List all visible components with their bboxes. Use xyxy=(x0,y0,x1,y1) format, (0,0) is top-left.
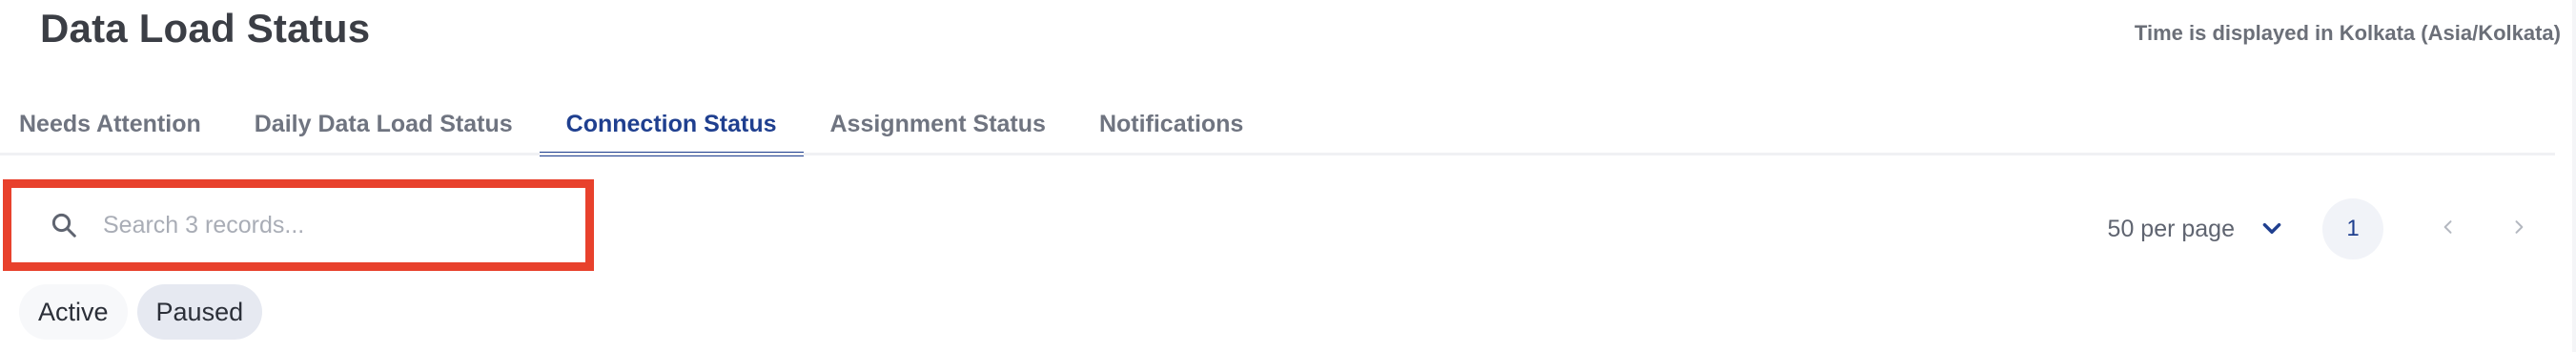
right-edge-divider xyxy=(2572,0,2576,352)
per-page-label: 50 per page xyxy=(2107,215,2235,242)
next-page-button[interactable] xyxy=(2492,202,2545,256)
chevron-right-icon xyxy=(2509,217,2528,241)
page-title: Data Load Status xyxy=(40,6,371,51)
search-highlight-box xyxy=(3,179,594,271)
tab-daily-data-load-status[interactable]: Daily Data Load Status xyxy=(228,92,540,156)
tabs-divider xyxy=(0,153,2555,155)
prev-page-button[interactable] xyxy=(2422,202,2475,256)
chevron-left-icon xyxy=(2439,217,2458,241)
chevron-down-icon xyxy=(2259,217,2284,241)
tab-assignment-status[interactable]: Assignment Status xyxy=(804,92,1073,156)
filter-chip-paused[interactable]: Paused xyxy=(136,284,263,340)
tab-bar: Needs Attention Daily Data Load Status C… xyxy=(0,92,1270,156)
page-number-button[interactable]: 1 xyxy=(2322,198,2383,259)
status-filter-group: Active Paused xyxy=(19,284,263,340)
tab-notifications[interactable]: Notifications xyxy=(1073,92,1270,156)
search-box[interactable] xyxy=(27,201,570,249)
search-icon xyxy=(48,209,80,241)
filter-chip-active[interactable]: Active xyxy=(19,284,128,340)
tab-connection-status[interactable]: Connection Status xyxy=(539,92,804,156)
page: Data Load Status Time is displayed in Ko… xyxy=(0,0,2576,352)
pagination: 50 per page 1 xyxy=(2108,198,2545,259)
search-input[interactable] xyxy=(101,210,570,240)
tab-needs-attention[interactable]: Needs Attention xyxy=(0,92,228,156)
per-page-select[interactable]: 50 per page xyxy=(2108,216,2284,243)
timezone-note: Time is displayed in Kolkata (Asia/Kolka… xyxy=(2134,21,2561,45)
